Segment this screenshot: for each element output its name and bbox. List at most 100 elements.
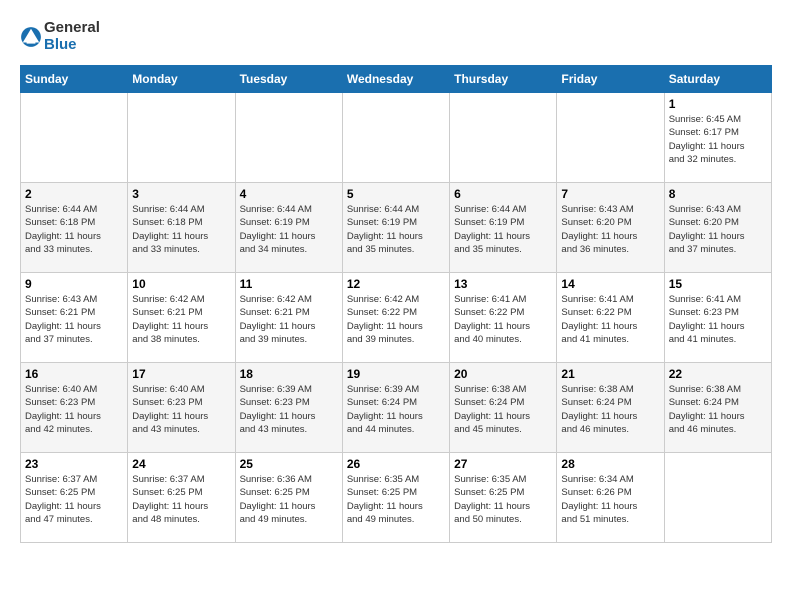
day-number: 15 [669,277,767,291]
day-info: Sunrise: 6:35 AM Sunset: 6:25 PM Dayligh… [454,473,552,526]
day-number: 10 [132,277,230,291]
day-info: Sunrise: 6:40 AM Sunset: 6:23 PM Dayligh… [25,383,123,436]
day-info: Sunrise: 6:41 AM Sunset: 6:22 PM Dayligh… [561,293,659,346]
day-number: 4 [240,187,338,201]
calendar-cell: 25 Sunrise: 6:36 AM Sunset: 6:25 PM Dayli… [235,453,342,543]
day-info: Sunrise: 6:40 AM Sunset: 6:23 PM Dayligh… [132,383,230,436]
calendar-body: 1Sunrise: 6:45 AM Sunset: 6:17 PM Daylig… [21,93,772,543]
calendar-week-3: 9 Sunrise: 6:43 AM Sunset: 6:21 PM Daylig… [21,273,772,363]
day-info: Sunrise: 6:42 AM Sunset: 6:21 PM Dayligh… [132,293,230,346]
day-number: 12 [347,277,445,291]
day-number: 11 [240,277,338,291]
calendar-cell: 27 Sunrise: 6:35 AM Sunset: 6:25 PM Dayli… [450,453,557,543]
day-info: Sunrise: 6:42 AM Sunset: 6:21 PM Dayligh… [240,293,338,346]
calendar-cell: 7 Sunrise: 6:43 AM Sunset: 6:20 PM Daylig… [557,183,664,273]
day-number: 16 [25,367,123,381]
logo: General Blue [20,20,100,53]
calendar-cell: 8Sunrise: 6:43 AM Sunset: 6:20 PM Daylig… [664,183,771,273]
day-info: Sunrise: 6:42 AM Sunset: 6:22 PM Dayligh… [347,293,445,346]
calendar-cell: 2 Sunrise: 6:44 AM Sunset: 6:18 PM Daylig… [21,183,128,273]
day-number: 5 [347,187,445,201]
weekday-header-sunday: Sunday [21,66,128,93]
calendar-cell: 4 Sunrise: 6:44 AM Sunset: 6:19 PM Daylig… [235,183,342,273]
calendar-cell: 24Sunrise: 6:37 AM Sunset: 6:25 PM Dayli… [128,453,235,543]
calendar-cell: 10 Sunrise: 6:42 AM Sunset: 6:21 PM Dayli… [128,273,235,363]
calendar-cell [342,93,449,183]
calendar-cell: 19 Sunrise: 6:39 AM Sunset: 6:24 PM Dayli… [342,363,449,453]
calendar-cell: 20 Sunrise: 6:38 AM Sunset: 6:24 PM Dayli… [450,363,557,453]
calendar-cell: 6 Sunrise: 6:44 AM Sunset: 6:19 PM Daylig… [450,183,557,273]
day-info: Sunrise: 6:37 AM Sunset: 6:25 PM Dayligh… [132,473,230,526]
calendar-week-1: 1Sunrise: 6:45 AM Sunset: 6:17 PM Daylig… [21,93,772,183]
day-number: 26 [347,457,445,471]
day-info: Sunrise: 6:38 AM Sunset: 6:24 PM Dayligh… [669,383,767,436]
day-info: Sunrise: 6:43 AM Sunset: 6:21 PM Dayligh… [25,293,123,346]
day-info: Sunrise: 6:38 AM Sunset: 6:24 PM Dayligh… [561,383,659,436]
calendar-table: SundayMondayTuesdayWednesdayThursdayFrid… [20,65,772,543]
day-number: 9 [25,277,123,291]
day-info: Sunrise: 6:39 AM Sunset: 6:24 PM Dayligh… [347,383,445,436]
day-number: 2 [25,187,123,201]
calendar-week-5: 23 Sunrise: 6:37 AM Sunset: 6:25 PM Dayli… [21,453,772,543]
day-info: Sunrise: 6:36 AM Sunset: 6:25 PM Dayligh… [240,473,338,526]
day-number: 19 [347,367,445,381]
weekday-header-thursday: Thursday [450,66,557,93]
weekday-header-row: SundayMondayTuesdayWednesdayThursdayFrid… [21,66,772,93]
day-number: 27 [454,457,552,471]
day-number: 18 [240,367,338,381]
calendar-cell: 28 Sunrise: 6:34 AM Sunset: 6:26 PM Dayli… [557,453,664,543]
calendar-cell: 17 Sunrise: 6:40 AM Sunset: 6:23 PM Dayli… [128,363,235,453]
calendar-cell [128,93,235,183]
day-info: Sunrise: 6:44 AM Sunset: 6:19 PM Dayligh… [454,203,552,256]
logo-icon [20,26,42,48]
day-info: Sunrise: 6:34 AM Sunset: 6:26 PM Dayligh… [561,473,659,526]
day-info: Sunrise: 6:37 AM Sunset: 6:25 PM Dayligh… [25,473,123,526]
logo-general-text: General [44,20,100,37]
day-info: Sunrise: 6:39 AM Sunset: 6:23 PM Dayligh… [240,383,338,436]
day-number: 21 [561,367,659,381]
day-info: Sunrise: 6:44 AM Sunset: 6:18 PM Dayligh… [25,203,123,256]
day-info: Sunrise: 6:44 AM Sunset: 6:19 PM Dayligh… [240,203,338,256]
calendar-cell: 16 Sunrise: 6:40 AM Sunset: 6:23 PM Dayli… [21,363,128,453]
day-number: 7 [561,187,659,201]
day-info: Sunrise: 6:43 AM Sunset: 6:20 PM Dayligh… [561,203,659,256]
calendar-cell: 22 Sunrise: 6:38 AM Sunset: 6:24 PM Dayli… [664,363,771,453]
calendar-cell: 13 Sunrise: 6:41 AM Sunset: 6:22 PM Dayli… [450,273,557,363]
calendar-cell [664,453,771,543]
weekday-header-tuesday: Tuesday [235,66,342,93]
day-number: 22 [669,367,767,381]
day-info: Sunrise: 6:41 AM Sunset: 6:22 PM Dayligh… [454,293,552,346]
calendar-cell: 12 Sunrise: 6:42 AM Sunset: 6:22 PM Dayli… [342,273,449,363]
day-info: Sunrise: 6:38 AM Sunset: 6:24 PM Dayligh… [454,383,552,436]
day-number: 23 [25,457,123,471]
calendar-cell: 9 Sunrise: 6:43 AM Sunset: 6:21 PM Daylig… [21,273,128,363]
calendar-cell [235,93,342,183]
calendar-cell: 5 Sunrise: 6:44 AM Sunset: 6:19 PM Daylig… [342,183,449,273]
day-number: 8 [669,187,767,201]
weekday-header-friday: Friday [557,66,664,93]
day-number: 6 [454,187,552,201]
day-info: Sunrise: 6:45 AM Sunset: 6:17 PM Dayligh… [669,113,767,166]
calendar-cell: 18 Sunrise: 6:39 AM Sunset: 6:23 PM Dayli… [235,363,342,453]
weekday-header-saturday: Saturday [664,66,771,93]
calendar-cell: 21 Sunrise: 6:38 AM Sunset: 6:24 PM Dayli… [557,363,664,453]
day-number: 20 [454,367,552,381]
calendar-week-2: 2 Sunrise: 6:44 AM Sunset: 6:18 PM Daylig… [21,183,772,273]
calendar-cell [557,93,664,183]
calendar-cell: 11 Sunrise: 6:42 AM Sunset: 6:21 PM Dayli… [235,273,342,363]
calendar-cell [450,93,557,183]
day-info: Sunrise: 6:44 AM Sunset: 6:19 PM Dayligh… [347,203,445,256]
day-number: 17 [132,367,230,381]
calendar-cell: 3Sunrise: 6:44 AM Sunset: 6:18 PM Daylig… [128,183,235,273]
day-number: 3 [132,187,230,201]
calendar-cell: 23 Sunrise: 6:37 AM Sunset: 6:25 PM Dayli… [21,453,128,543]
calendar-week-4: 16 Sunrise: 6:40 AM Sunset: 6:23 PM Dayli… [21,363,772,453]
day-number: 13 [454,277,552,291]
day-number: 25 [240,457,338,471]
weekday-header-wednesday: Wednesday [342,66,449,93]
weekday-header-monday: Monday [128,66,235,93]
calendar-cell: 14 Sunrise: 6:41 AM Sunset: 6:22 PM Dayli… [557,273,664,363]
calendar-cell: 15Sunrise: 6:41 AM Sunset: 6:23 PM Dayli… [664,273,771,363]
day-number: 28 [561,457,659,471]
day-number: 14 [561,277,659,291]
